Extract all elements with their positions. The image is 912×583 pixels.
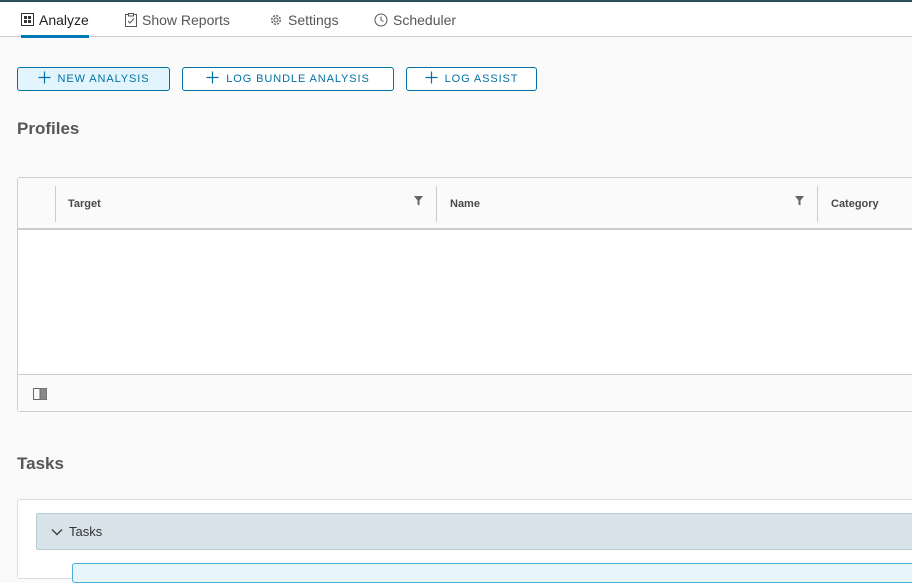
column-category[interactable]: Category <box>831 178 879 230</box>
tab-label: Settings <box>288 11 339 28</box>
profiles-datagrid: Target Name Category <box>17 177 912 412</box>
tab-show-reports[interactable]: Show Reports <box>125 2 230 37</box>
datagrid-header: Target Name Category <box>18 178 912 230</box>
column-separator <box>436 186 437 222</box>
column-toggle-icon[interactable] <box>33 387 47 405</box>
tasks-stack-header[interactable]: Tasks <box>36 513 912 550</box>
new-analysis-button[interactable]: NEW ANALYSIS <box>17 67 170 91</box>
tab-analyze[interactable]: Analyze <box>21 2 89 38</box>
tab-settings[interactable]: Settings <box>269 2 339 37</box>
stack-label: Tasks <box>69 524 103 539</box>
clock-icon <box>374 13 388 27</box>
log-bundle-analysis-button[interactable]: LOG BUNDLE ANALYSIS <box>182 67 394 91</box>
clipboard-icon <box>125 12 137 27</box>
datagrid-footer <box>18 374 912 411</box>
tab-label: Show Reports <box>142 11 230 28</box>
analyze-icon <box>21 13 34 26</box>
plus-icon <box>206 71 219 87</box>
button-label: LOG ASSIST <box>444 73 519 85</box>
column-target[interactable]: Target <box>68 178 101 230</box>
tasks-title: Tasks <box>17 454 64 473</box>
gear-icon <box>269 13 283 27</box>
tab-label: Scheduler <box>393 11 457 28</box>
filter-icon[interactable] <box>414 193 423 211</box>
column-name[interactable]: Name <box>450 178 480 230</box>
button-label: LOG BUNDLE ANALYSIS <box>226 73 370 85</box>
task-card <box>72 563 912 583</box>
plus-icon <box>38 71 51 87</box>
log-assist-button[interactable]: LOG ASSIST <box>406 67 537 91</box>
button-label: NEW ANALYSIS <box>57 73 150 85</box>
plus-icon <box>425 71 438 87</box>
tab-scheduler[interactable]: Scheduler <box>374 2 456 37</box>
column-separator <box>55 186 56 222</box>
column-separator <box>817 186 818 222</box>
tab-bar: Analyze Show Reports Settings Scheduler <box>0 2 912 38</box>
filter-icon[interactable] <box>795 193 804 211</box>
profiles-title: Profiles <box>17 119 80 138</box>
tab-label: Analyze <box>39 11 89 28</box>
chevron-down-icon <box>51 524 63 539</box>
